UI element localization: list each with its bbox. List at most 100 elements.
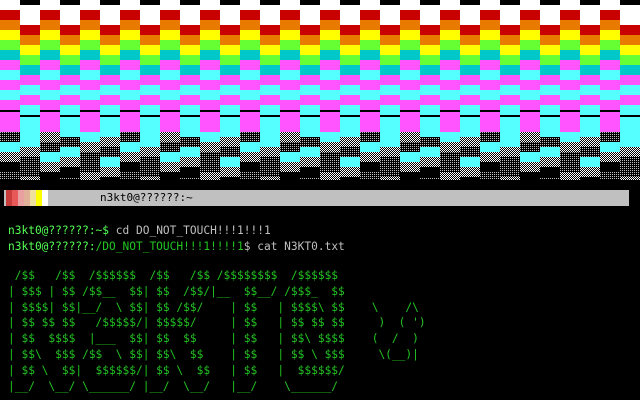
banner-fade-cell <box>0 162 20 172</box>
banner-cell <box>460 95 480 105</box>
banner-cell <box>140 65 160 75</box>
banner-fade-cell <box>160 152 180 162</box>
banner-cell <box>80 40 100 50</box>
banner-fade-cell <box>460 167 480 177</box>
banner-fade-cell <box>560 162 580 172</box>
banner-cell <box>120 40 140 50</box>
banner-cell <box>620 55 640 65</box>
banner-cell <box>280 70 300 80</box>
banner-fade-cell <box>520 112 540 122</box>
banner-cell <box>80 20 100 30</box>
banner-cell <box>100 35 120 45</box>
banner-fade-cell <box>620 177 640 180</box>
banner-cell <box>240 40 260 50</box>
banner-cell <box>420 25 440 35</box>
banner-fade-cell <box>200 142 220 152</box>
banner-fade-cell <box>60 127 80 137</box>
banner-cell <box>260 105 280 115</box>
banner-cell <box>120 90 140 100</box>
banner-fade-cell <box>400 112 420 122</box>
banner-cell <box>600 70 620 80</box>
banner-cell <box>0 80 20 90</box>
banner-fade-cell <box>300 127 320 137</box>
banner-cell <box>520 20 540 30</box>
banner-cell <box>480 70 500 80</box>
banner-tooth <box>564 0 576 8</box>
banner-cell <box>540 85 560 95</box>
banner-cell <box>460 55 480 65</box>
banner-fade-cell <box>540 127 560 137</box>
banner-cell <box>260 35 280 45</box>
banner-cell <box>580 15 600 25</box>
banner-cell <box>380 95 400 105</box>
banner-fade-cell <box>80 172 100 180</box>
terminal-output[interactable]: n3kt0@??????:~$ cd DO_NOT_TOUCH!!!1!!!1 … <box>0 214 640 400</box>
banner-cell <box>440 20 460 30</box>
banner-cell <box>580 85 600 95</box>
color-swatch-strip <box>6 190 48 206</box>
banner-fade-cell <box>580 127 600 137</box>
banner-cell <box>220 95 240 105</box>
terminal-screen: n3kt0@??????:~ n3kt0@??????:~$ cd DO_NOT… <box>0 0 640 400</box>
banner-fade-cell <box>520 132 540 142</box>
banner-fade-cell <box>600 152 620 162</box>
banner-cell <box>540 5 560 15</box>
banner-cell <box>320 20 340 30</box>
banner-cell <box>480 50 500 60</box>
banner-cell <box>480 80 500 90</box>
banner-fade-cell <box>60 167 80 177</box>
banner-fade-cell <box>540 157 560 167</box>
banner-cell <box>160 70 180 80</box>
banner-cell <box>260 15 280 25</box>
banner-fade-cell <box>80 122 100 132</box>
banner-cell <box>400 80 420 90</box>
banner-cell <box>60 25 80 35</box>
banner-cell <box>380 55 400 65</box>
banner-fade-cell <box>60 137 80 147</box>
banner-fade-cell <box>580 147 600 157</box>
banner-cell <box>140 5 160 15</box>
banner-cell <box>300 45 320 55</box>
banner-cell <box>260 45 280 55</box>
banner-fade-cell <box>60 157 80 167</box>
banner-fade-cell <box>540 177 560 180</box>
banner-cell <box>580 35 600 45</box>
banner-cell <box>200 60 220 70</box>
banner-cell <box>600 80 620 90</box>
banner-fade-cell <box>100 147 120 157</box>
banner-fade-cell <box>540 137 560 147</box>
banner-cell <box>280 30 300 40</box>
banner-cell <box>340 105 360 115</box>
banner-fade-cell <box>380 117 400 127</box>
banner-cell <box>180 5 200 15</box>
banner-fade-cell <box>260 117 280 127</box>
banner-cell <box>80 70 100 80</box>
banner-cell <box>80 90 100 100</box>
banner-cell <box>200 100 220 110</box>
banner-cell <box>400 50 420 60</box>
banner-cell <box>360 80 380 90</box>
banner-cell <box>340 65 360 75</box>
banner-cell <box>0 60 20 70</box>
banner-fade-cell <box>120 162 140 172</box>
banner-cell <box>580 65 600 75</box>
banner-cell <box>260 5 280 15</box>
banner-fade-cell <box>320 122 340 132</box>
banner-cell <box>160 50 180 60</box>
banner-cell <box>0 90 20 100</box>
banner-cell <box>460 105 480 115</box>
banner-tooth <box>604 0 616 8</box>
banner-fade-cell <box>160 112 180 122</box>
banner-cell <box>480 60 500 70</box>
banner-cell <box>40 60 60 70</box>
banner-fade-cell <box>320 132 340 142</box>
banner-cell <box>0 20 20 30</box>
banner-fade-cell <box>620 157 640 167</box>
banner-fade-cell <box>260 137 280 147</box>
banner-cell <box>240 70 260 80</box>
banner-cell <box>540 105 560 115</box>
color-swatch <box>42 190 48 206</box>
banner-cell <box>240 30 260 40</box>
banner-cell <box>580 5 600 15</box>
banner-cell <box>100 15 120 25</box>
